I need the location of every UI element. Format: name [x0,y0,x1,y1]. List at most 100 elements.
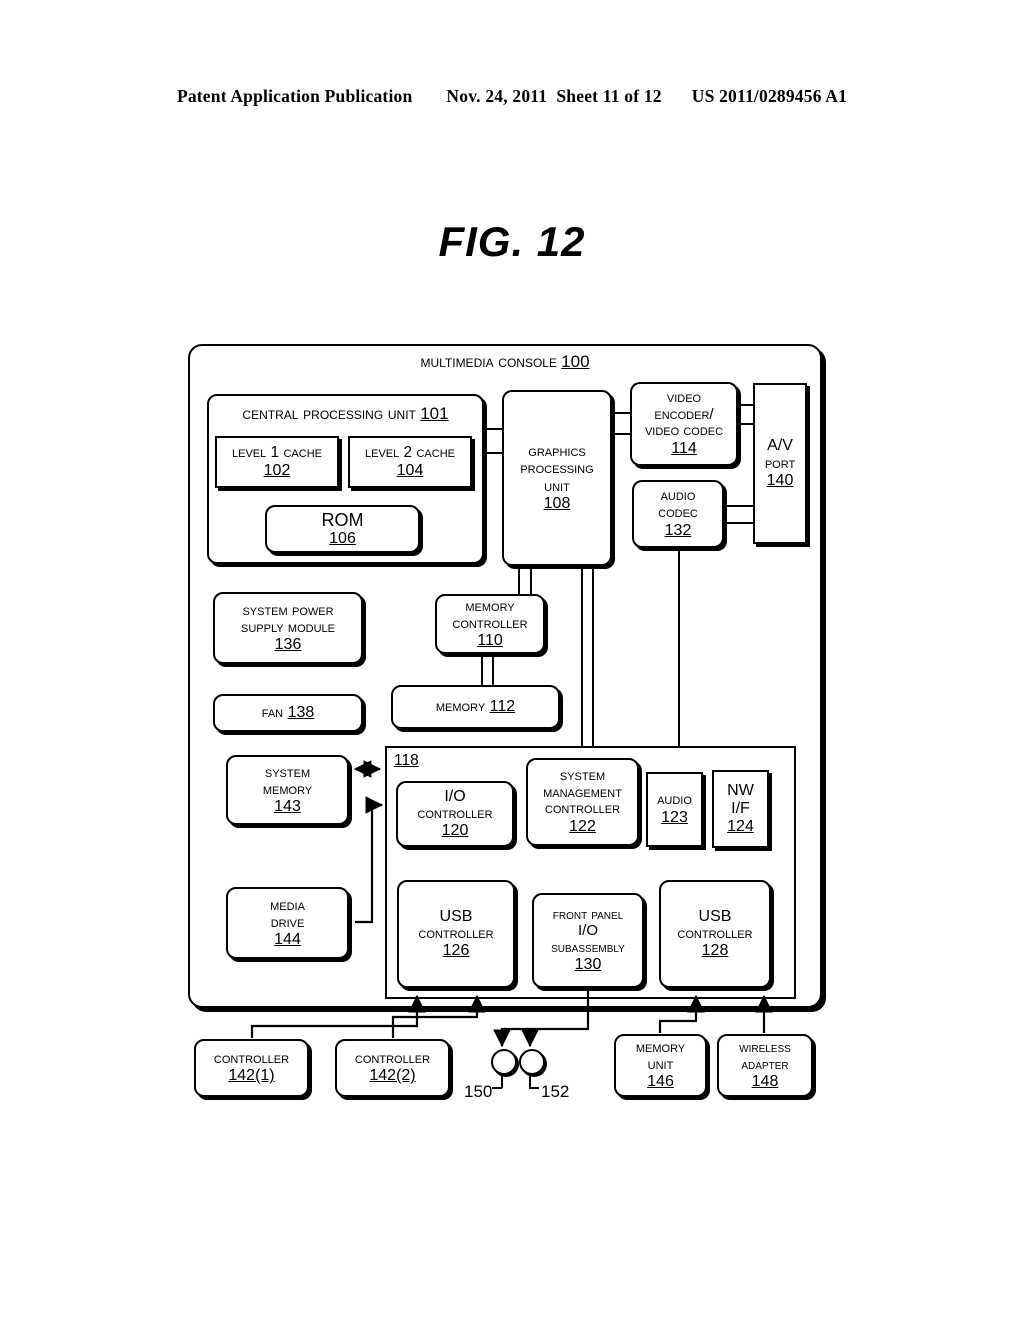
console-ref: 100 [561,352,590,371]
fan-block[interactable]: Fan 138 [213,694,363,732]
wireless-adapter-ref: 148 [751,1072,779,1090]
av-port-block[interactable]: A/V Port 140 [753,383,807,544]
system-management-controller-block[interactable]: System Management Controller 122 [526,758,639,846]
header-doc-number: US 2011/0289456 A1 [691,86,848,106]
media-drive-label-1: Media [270,896,305,914]
power-supply-label-2: Supply Module [241,619,335,637]
line-gpu-memctrl-2 [530,565,532,594]
av-port-label-1: A/V [767,436,793,454]
controller-1-label: Controller [213,1049,290,1067]
controller-1-ref: 142(1) [228,1067,275,1085]
memory-controller-ref: 110 [477,632,503,650]
system-memory-label-2: Memory [262,781,313,799]
gpu-ref: 108 [543,495,571,513]
port-152-label: 152 [541,1082,570,1101]
gpu-label-2: Processing [520,460,594,478]
memory-unit-block[interactable]: Memory Unit 146 [614,1034,707,1097]
front-panel-io-block[interactable]: Front Panel I/O Subassembly 130 [532,893,644,988]
video-encoder-ref: 114 [671,440,697,458]
audio-codec-block[interactable]: Audio Codec 132 [632,480,724,548]
memory-controller-label-1: Memory [465,597,515,615]
front-panel-label-1: Front Panel [552,906,624,923]
usb-controller-1-block[interactable]: USB Controller 126 [397,880,515,988]
nw-if-ref: 124 [727,817,754,835]
nw-if-label-2: I/F [731,800,750,818]
fan-title: Fan 138 [262,704,315,722]
memory-title: Memory 112 [436,698,515,716]
cpu-label: Central Processing Unit [242,404,416,423]
controller-1-block[interactable]: Controller 142(1) [194,1039,309,1097]
video-encoder-block[interactable]: Video Encoder/ Video Codec 114 [630,382,738,466]
patent-header: Patent Application Publication Nov. 24, … [0,86,1024,107]
memory-unit-label-1: Memory [635,1038,686,1056]
gpu-block[interactable]: Graphics Processing Unit 108 [502,390,612,566]
wireless-adapter-block[interactable]: Wireless adapter 148 [717,1034,813,1097]
line-cpu-gpu-2 [484,452,504,454]
line-cpu-gpu-1 [484,428,504,430]
io-controller-label-1: I/O [444,787,466,805]
memory-label: Memory [435,698,486,716]
video-encoder-label-1: Video [666,388,702,406]
connector-port-152-icon [519,1049,545,1075]
line-memctrl-memory-2 [492,654,494,685]
media-drive-ref: 144 [274,931,301,949]
media-drive-label-2: Drive [270,914,305,932]
io-bus-ref: 118 [394,752,419,770]
fan-ref: 138 [287,704,315,722]
usb-controller-2-block[interactable]: USB Controller 128 [659,880,771,988]
figure-title: FIG. 12 [438,218,586,265]
rom-label: ROM [321,509,364,530]
line-memctrl-memory-1 [481,654,483,685]
audio-block[interactable]: Audio 123 [646,772,703,847]
audio-label: Audio [657,791,692,809]
port-150-label: 150 [464,1082,493,1101]
av-port-ref: 140 [766,472,794,490]
usb-controller-1-ref: 126 [442,942,470,960]
video-encoder-label-2: Encoder/ [654,405,714,423]
line-video-av-1 [737,404,754,406]
io-bus-ref-number: 118 [394,752,419,769]
line-audio-av-1 [723,505,754,507]
front-panel-label-2: I/O [577,922,598,940]
memory-controller-block[interactable]: Memory Controller 110 [435,594,545,654]
sys-mgmt-label-3: Controller [544,800,621,818]
front-panel-ref: 130 [574,956,602,974]
sys-mgmt-label-2: Management [543,783,622,801]
controller-2-label: Controller [354,1049,431,1067]
audio-ref: 123 [661,808,688,826]
power-supply-ref: 136 [274,636,302,654]
console-label: Multimedia Console [420,352,557,371]
media-drive-block[interactable]: Media Drive 144 [226,887,349,959]
memory-ref: 112 [489,698,516,716]
io-controller-block[interactable]: I/O Controller 120 [396,781,514,847]
audio-codec-ref: 132 [664,521,692,539]
audio-codec-label-1: Audio [660,487,696,505]
memory-controller-label-2: Controller [452,615,528,633]
header-date: Nov. 24, 2011 [446,86,548,106]
rom-ref: 106 [329,530,356,548]
line-port-152-tick [529,1087,539,1089]
line-gpu-iobox-2 [592,565,594,746]
power-supply-block[interactable]: System Power Supply Module 136 [213,592,363,664]
line-video-av-2 [737,423,754,425]
connector-port-150-icon [491,1049,517,1075]
fan-label: Fan [261,704,284,722]
line-audio-av-2 [723,522,754,524]
level-1-cache-block[interactable]: Level 1 Cache 102 [215,436,339,488]
power-supply-label-1: System Power [242,601,334,619]
line-audiocodec-iobox [678,547,680,746]
rom-block[interactable]: ROM 106 [265,505,420,553]
usb-controller-2-ref: 128 [701,942,729,960]
gpu-label-3: Unit [544,477,570,495]
memory-block[interactable]: Memory 112 [391,685,560,729]
header-sheet: Sheet 11 of 12 [556,86,662,106]
line-gpu-video-2 [612,433,630,435]
level-2-cache-ref: 104 [396,461,424,479]
cpu-ref: 101 [420,404,449,423]
level-2-cache-block[interactable]: Level 2 Cache 104 [348,436,472,488]
system-memory-ref: 143 [274,798,301,816]
line-gpu-iobox-1 [581,565,583,746]
system-memory-block[interactable]: System Memory 143 [226,755,349,825]
network-interface-block[interactable]: NW I/F 124 [712,770,769,848]
controller-2-block[interactable]: Controller 142(2) [335,1039,450,1097]
